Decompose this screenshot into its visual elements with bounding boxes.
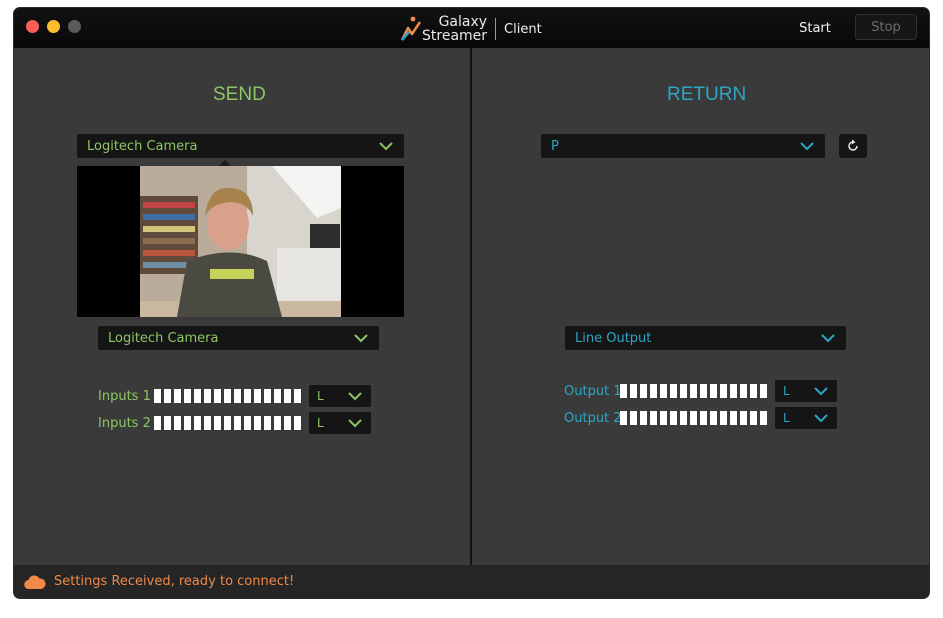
chevron-down-icon	[348, 419, 362, 428]
chevron-down-icon	[379, 142, 393, 151]
input-1-level-meter	[154, 389, 301, 403]
camera-video-frame	[77, 166, 404, 317]
input-row-1: Inputs 1 L	[98, 385, 371, 407]
app-window: Galaxy Streamer Client Start Stop SEND L…	[14, 8, 929, 598]
chevron-down-icon	[354, 334, 368, 343]
send-title: SEND	[213, 84, 266, 105]
input-1-channel-value: L	[317, 389, 324, 403]
refresh-icon	[848, 139, 858, 151]
return-video-source-value: P	[551, 138, 559, 154]
refresh-button[interactable]	[839, 134, 867, 158]
cloud-icon	[24, 575, 46, 589]
chevron-down-icon	[348, 392, 362, 401]
galaxy-streamer-logo-icon	[400, 16, 422, 41]
output-1-channel-value: L	[783, 384, 790, 398]
output-row-2: Output 2 L	[564, 407, 837, 429]
send-audio-source-dropdown[interactable]: Logitech Camera	[98, 326, 379, 350]
zoom-window-button[interactable]	[68, 20, 81, 33]
return-video-source-dropdown[interactable]: P	[541, 134, 825, 158]
chevron-down-icon	[821, 334, 835, 343]
input-2-channel-value: L	[317, 416, 324, 430]
titlebar: Galaxy Streamer Client Start Stop	[14, 8, 929, 48]
input-2-label: Inputs 2	[98, 415, 151, 431]
return-audio-output-value: Line Output	[575, 330, 652, 346]
brand-line-2: Streamer	[422, 28, 488, 44]
input-row-2: Inputs 2 L	[98, 412, 371, 434]
start-button[interactable]: Start	[792, 16, 838, 40]
send-video-source-dropdown[interactable]: Logitech Camera	[77, 134, 404, 158]
send-audio-source-value: Logitech Camera	[108, 330, 219, 346]
panel-divider	[470, 48, 472, 565]
input-2-channel-select[interactable]: L	[309, 412, 371, 434]
brand-separator	[495, 18, 497, 40]
brand-name: Galaxy Streamer	[422, 15, 487, 43]
input-1-label: Inputs 1	[98, 388, 151, 404]
output-2-channel-value: L	[783, 411, 790, 425]
chevron-down-icon	[814, 414, 828, 423]
status-message: Settings Received, ready to connect!	[54, 574, 295, 589]
chevron-down-icon	[800, 142, 814, 151]
brand-client-label: Client	[504, 21, 542, 37]
return-audio-output-dropdown[interactable]: Line Output	[565, 326, 846, 350]
minimize-window-button[interactable]	[47, 20, 60, 33]
output-2-level-meter	[620, 411, 767, 425]
stop-button[interactable]: Stop	[855, 14, 917, 40]
output-1-channel-select[interactable]: L	[775, 380, 837, 402]
return-title: RETURN	[667, 84, 747, 105]
output-row-1: Output 1 L	[564, 380, 837, 402]
output-1-label: Output 1	[564, 383, 622, 399]
close-window-button[interactable]	[26, 20, 39, 33]
chevron-down-icon	[814, 387, 828, 396]
input-1-channel-select[interactable]: L	[309, 385, 371, 407]
send-video-source-value: Logitech Camera	[87, 138, 198, 154]
output-1-level-meter	[620, 384, 767, 398]
app-logo: Galaxy Streamer Client	[400, 14, 542, 44]
output-2-channel-select[interactable]: L	[775, 407, 837, 429]
camera-preview	[77, 166, 404, 317]
output-2-label: Output 2	[564, 410, 622, 426]
status-bar: Settings Received, ready to connect!	[14, 565, 929, 598]
brand-line-1: Galaxy	[438, 14, 488, 30]
input-2-level-meter	[154, 416, 301, 430]
